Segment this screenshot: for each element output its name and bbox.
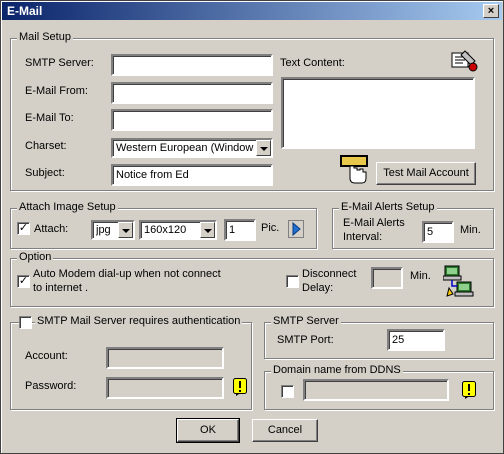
attach-label: Attach: — [34, 223, 69, 235]
auth-checkbox[interactable] — [19, 316, 32, 329]
ddns-group: Domain name from DDNS — [264, 364, 494, 410]
chevron-down-icon[interactable] — [118, 222, 133, 238]
charset-value: Western European (Windows — [116, 142, 254, 154]
email-alerts-group: E-Mail Alerts Setup E-Mail Alerts Interv… — [332, 201, 494, 249]
email-from-input[interactable] — [111, 82, 273, 104]
password-input[interactable] — [106, 377, 224, 399]
chevron-down-icon[interactable] — [200, 222, 215, 238]
cancel-button[interactable]: Cancel — [252, 419, 318, 442]
pic-label: Pic. — [261, 222, 280, 234]
charset-select[interactable]: Western European (Windows — [111, 138, 273, 158]
window-title: E-Mail — [7, 4, 43, 18]
email-to-input[interactable] — [111, 109, 273, 131]
auto-modem-label-line2: to internet . — [33, 282, 89, 294]
image-size-value: 160x120 — [144, 224, 187, 236]
play-arrow-icon[interactable] — [288, 220, 304, 238]
account-label: Account: — [25, 350, 68, 362]
auth-group: SMTP Mail Server requires authentication… — [10, 315, 252, 410]
disconnect-label-line2: Delay: — [302, 282, 334, 294]
address-book-icon[interactable] — [449, 49, 479, 73]
auto-modem-checkbox[interactable]: ✓ — [17, 275, 30, 288]
email-to-label: E-Mail To: — [25, 112, 74, 124]
chevron-down-icon[interactable] — [256, 140, 271, 156]
email-alerts-legend: E-Mail Alerts Setup — [339, 201, 437, 213]
mail-setup-group: Mail Setup SMTP Server: E-Mail From: E-M… — [10, 31, 494, 191]
mail-setup-legend: Mail Setup — [17, 31, 73, 43]
disconnect-min-label: Min. — [410, 270, 431, 282]
email-dialog: E-Mail × Mail Setup SMTP Server: E-Mail … — [0, 0, 504, 454]
test-mail-account-button[interactable]: Test Mail Account — [376, 162, 476, 185]
image-size-select[interactable]: 160x120 — [139, 220, 217, 240]
smtp-server-label: SMTP Server: — [25, 57, 94, 69]
email-from-label: E-Mail From: — [25, 85, 88, 97]
smtp-server-legend: SMTP Server — [271, 315, 341, 327]
ddns-legend: Domain name from DDNS — [271, 364, 403, 376]
auto-modem-label-line1: Auto Modem dial-up when not connect — [33, 268, 221, 280]
text-content-label: Text Content: — [280, 57, 345, 69]
option-legend: Option — [17, 251, 54, 263]
ddns-input[interactable] — [303, 379, 449, 401]
alerts-min-label: Min. — [460, 224, 481, 236]
subject-input[interactable]: Notice from Ed — [111, 164, 273, 186]
disconnect-delay-checkbox[interactable] — [286, 275, 299, 288]
attach-image-legend: Attach Image Setup — [17, 201, 118, 213]
picture-count-input[interactable]: 1 — [224, 219, 256, 241]
network-computers-icon — [443, 265, 474, 297]
charset-label: Charset: — [25, 140, 67, 152]
alerts-interval-label-line2: Interval: — [343, 231, 383, 243]
attach-image-group: Attach Image Setup ✓ Attach: jpg 160x120… — [10, 201, 317, 249]
image-format-value: jpg — [96, 224, 111, 236]
ddns-checkbox[interactable] — [281, 385, 294, 398]
warning-icon — [462, 381, 476, 399]
title-bar: E-Mail × — [2, 2, 502, 20]
attach-checkbox[interactable]: ✓ — [17, 222, 30, 235]
smtp-server-input[interactable] — [111, 54, 273, 76]
password-label: Password: — [25, 380, 77, 392]
disconnect-label-line1: Disconnect — [302, 268, 357, 280]
disconnect-delay-input[interactable] — [371, 267, 403, 289]
close-button[interactable]: × — [483, 4, 499, 18]
smtp-server-group: SMTP Server SMTP Port: 25 — [264, 315, 494, 359]
warning-icon — [233, 378, 247, 396]
ok-button[interactable]: OK — [176, 418, 240, 443]
test-mail-hand-icon[interactable] — [338, 152, 372, 186]
subject-label: Subject: — [25, 167, 65, 179]
image-format-select[interactable]: jpg — [91, 220, 135, 240]
option-group: Option ✓ Auto Modem dial-up when not con… — [10, 251, 494, 307]
text-content-textarea[interactable] — [281, 77, 475, 149]
smtp-port-label: SMTP Port: — [277, 334, 334, 346]
alerts-interval-input[interactable]: 5 — [422, 221, 454, 243]
alerts-interval-label-line1: E-Mail Alerts — [343, 217, 405, 229]
account-input[interactable] — [106, 347, 224, 369]
smtp-port-input[interactable]: 25 — [387, 329, 445, 351]
auth-legend: SMTP Mail Server requires authentication — [35, 315, 243, 327]
